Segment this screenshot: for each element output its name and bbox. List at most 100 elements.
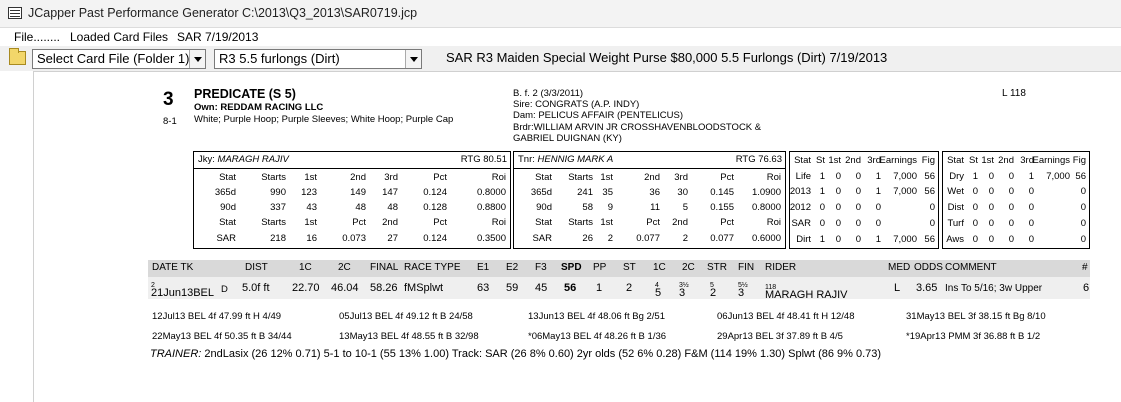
past-performance-row[interactable]: 21Jun13BEL 2 D 5.0f ft 22.70 46.04 58.26 … bbox=[148, 277, 1090, 301]
table-cell: Pct bbox=[720, 217, 734, 228]
table-row: 365d 990 123 149 147 0.124 0.8000 bbox=[194, 187, 510, 200]
pp-1c: 22.70 bbox=[292, 282, 320, 294]
workout: 05Jul13 BEL 4f 49.12 ft B 24/58 bbox=[339, 311, 473, 322]
pp-stretch: 25 bbox=[710, 282, 716, 299]
table-cell: 0 bbox=[1028, 202, 1034, 213]
table-row: Stat Starts 1st Pct 2nd Pct Roi bbox=[514, 217, 785, 230]
table-cell: SAR bbox=[791, 218, 811, 229]
col-race-type: RACE TYPE bbox=[404, 262, 461, 273]
table-cell: 0 bbox=[1008, 186, 1014, 197]
pp-call1: 54 bbox=[655, 282, 661, 299]
table-cell: 0.8800 bbox=[476, 202, 506, 213]
workout: 06Jun13 BEL 4f 48.41 ft H 12/48 bbox=[717, 311, 855, 322]
table-cell: 1st bbox=[304, 217, 317, 228]
table-cell: 56 bbox=[924, 234, 935, 245]
card-file-select[interactable]: Select Card File (Folder 1) bbox=[32, 49, 206, 69]
menu-loaded-card-files[interactable]: Loaded Card Files bbox=[70, 30, 168, 44]
pp-call2-pos: 3 bbox=[679, 287, 686, 299]
table-cell: 147 bbox=[382, 187, 398, 198]
table-cell: Stat bbox=[219, 172, 236, 183]
table-cell: Starts bbox=[261, 172, 286, 183]
col-number: # bbox=[1082, 262, 1088, 273]
sex-age: B. f. 2 (3/3/2011) bbox=[513, 88, 584, 99]
table-cell: 0 bbox=[1080, 218, 1086, 229]
chevron-down-icon[interactable] bbox=[405, 50, 421, 68]
open-folder-icon[interactable] bbox=[9, 48, 26, 65]
workout: 13May13 BEL 4f 48.55 ft B 32/98 bbox=[339, 331, 479, 342]
table-cell: 36 bbox=[649, 187, 660, 198]
table-cell: 1st bbox=[828, 155, 841, 166]
table-cell: Life bbox=[795, 171, 811, 182]
jockey-label-text: Jky: bbox=[198, 154, 215, 165]
table-cell: 1 bbox=[819, 171, 825, 182]
chevron-down-icon[interactable] bbox=[189, 50, 205, 68]
table-cell: Wet bbox=[947, 186, 964, 197]
table-row: 90d 337 43 48 48 0.128 0.8800 bbox=[194, 202, 510, 215]
table-cell: St bbox=[969, 155, 978, 166]
table-cell: 2 bbox=[682, 233, 688, 244]
breeder-cont: GABRIEL DUIGNAN (KY) bbox=[513, 133, 622, 144]
pp-dist: 5.0f ft bbox=[242, 282, 270, 294]
table-cell: 27 bbox=[387, 233, 398, 244]
table-cell: 0 bbox=[929, 202, 935, 213]
table-cell: 0.077 bbox=[710, 233, 734, 244]
table-cell: 0.145 bbox=[710, 187, 734, 198]
table-cell: 56 bbox=[924, 186, 935, 197]
pp-surface: D bbox=[221, 284, 228, 295]
col-comment: COMMENT bbox=[945, 262, 997, 273]
col-med: MED bbox=[888, 262, 911, 273]
race-select[interactable]: R3 5.5 furlongs (Dirt) bbox=[214, 49, 422, 69]
program-number: 3 bbox=[163, 89, 174, 110]
table-row: Turf 0 0 0 0 0 bbox=[943, 218, 1089, 231]
jockey-stats-box: Jky: MARAGH RAJIV RTG 80.51 Stat Starts 1s… bbox=[193, 151, 511, 249]
table-cell: 123 bbox=[301, 187, 317, 198]
table-row: Wet 0 0 0 0 0 bbox=[943, 186, 1089, 199]
table-cell: Dist bbox=[947, 202, 964, 213]
table-cell: Stat bbox=[535, 217, 552, 228]
table-cell: 1st bbox=[600, 172, 613, 183]
menu-file[interactable]: File........ bbox=[14, 30, 60, 44]
table-cell: 1st bbox=[981, 155, 994, 166]
table-cell: 58 bbox=[582, 202, 593, 213]
table-row: SAR 218 16 0.073 27 0.124 0.3500 bbox=[194, 233, 510, 246]
pp-rider-name: MARAGH RAJIV bbox=[765, 289, 848, 301]
table-cell: Pct bbox=[433, 172, 447, 183]
table-cell: 365d bbox=[214, 187, 236, 198]
table-row: 90d 58 9 11 5 0.155 0.8000 bbox=[514, 202, 785, 215]
col-odds: ODDS bbox=[914, 262, 943, 273]
table-cell: 2nd bbox=[845, 155, 861, 166]
col-call1: 1C bbox=[653, 262, 666, 273]
table-cell: 149 bbox=[350, 187, 366, 198]
table-cell: 2013 bbox=[789, 186, 811, 197]
pp-fin-pos: 3 bbox=[738, 287, 745, 299]
table-cell: 2nd bbox=[382, 217, 398, 228]
table-cell: 1 bbox=[819, 234, 825, 245]
workout: *06May13 BEL 4f 48.26 ft B 1/36 bbox=[528, 331, 667, 342]
table-cell: Aws bbox=[946, 234, 964, 245]
table-cell: 0 bbox=[875, 202, 881, 213]
table-cell: 0 bbox=[929, 218, 935, 229]
table-cell: 0 bbox=[835, 202, 841, 213]
pp-odds: 3.65 bbox=[916, 282, 938, 294]
pp-final: 58.26 bbox=[370, 282, 398, 294]
workout: 29Apr13 BEL 3f 37.89 ft B 4/5 bbox=[717, 331, 843, 342]
table-cell: 5 bbox=[682, 202, 688, 213]
table-cell: 0.6000 bbox=[751, 233, 781, 244]
workout: 22May13 BEL 4f 50.35 ft B 34/44 bbox=[152, 331, 292, 342]
table-cell: 1 bbox=[1028, 171, 1034, 182]
table-cell: 0 bbox=[988, 171, 994, 182]
table-cell: 0 bbox=[1028, 234, 1034, 245]
table-cell: Pct bbox=[646, 217, 660, 228]
table-cell: Fig bbox=[1072, 155, 1086, 166]
pp-str-pos: 2 bbox=[710, 287, 717, 299]
table-cell: 1 bbox=[875, 186, 881, 197]
table-cell: 1 bbox=[819, 186, 825, 197]
table-cell: 0.124 bbox=[423, 233, 447, 244]
morning-line-odds: 8-1 bbox=[163, 116, 177, 127]
table-cell: Earnings bbox=[1032, 155, 1071, 166]
table-cell: 7,000 bbox=[1046, 171, 1070, 182]
table-cell: 16 bbox=[306, 233, 317, 244]
col-final: FINAL bbox=[370, 262, 399, 273]
table-cell: 0 bbox=[855, 202, 861, 213]
pp-start: 2 bbox=[626, 282, 633, 294]
